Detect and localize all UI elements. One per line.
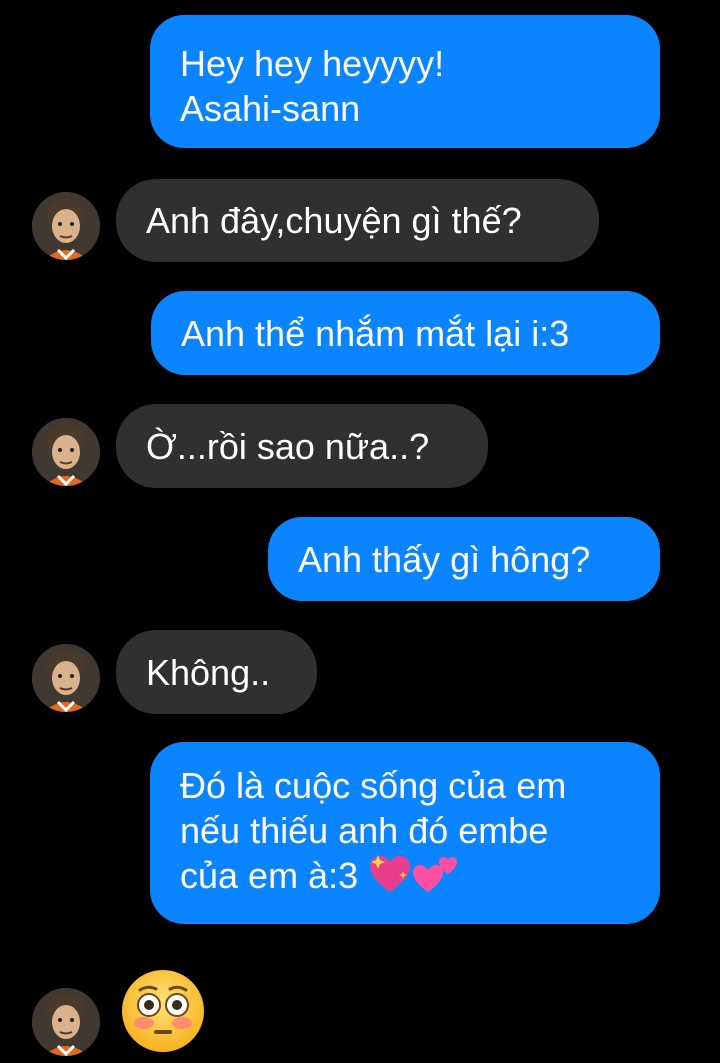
message-bubble-incoming[interactable]: Anh đây,chuyện gì thế? [116, 179, 599, 262]
message-text: Anh thấy gì hông? [298, 539, 591, 580]
message-bubble-outgoing[interactable]: Anh thể nhắm mắt lại i:3 [151, 291, 660, 375]
message-line: Asahi-sann [180, 88, 361, 129]
message-bubble-outgoing[interactable]: Hey hey heyyyy! Asahi-sann [150, 15, 660, 148]
message-text: Anh thể nhắm mắt lại i:3 [181, 313, 570, 354]
message-bubble-outgoing[interactable]: Anh thấy gì hông? [268, 517, 660, 601]
message-bubble-outgoing[interactable]: Đó là cuộc sống của em nếu thiếu anh đó … [150, 742, 660, 924]
sparkling-heart-icon [368, 854, 412, 904]
message-line: Hey hey heyyyy! [180, 43, 445, 84]
flushed-face-icon[interactable] [120, 968, 206, 1054]
message-line: nếu thiếu anh đó embe [180, 810, 549, 851]
message-text: Anh đây,chuyện gì thế? [146, 200, 522, 241]
message-line: Đó là cuộc sống của em [180, 765, 567, 806]
two-hearts-icon [412, 854, 458, 904]
message-text: Ờ...rồi sao nữa..? [146, 426, 430, 467]
contact-avatar[interactable] [32, 644, 100, 712]
contact-avatar[interactable] [32, 418, 100, 486]
message-text: Không.. [146, 652, 271, 693]
contact-avatar[interactable] [32, 988, 100, 1056]
message-line: của em à:3 [180, 855, 359, 896]
contact-avatar[interactable] [32, 192, 100, 260]
message-bubble-incoming[interactable]: Không.. [116, 630, 317, 714]
message-bubble-incoming[interactable]: Ờ...rồi sao nữa..? [116, 404, 488, 488]
message-line-with-emoji: của em à:3 [180, 853, 630, 904]
